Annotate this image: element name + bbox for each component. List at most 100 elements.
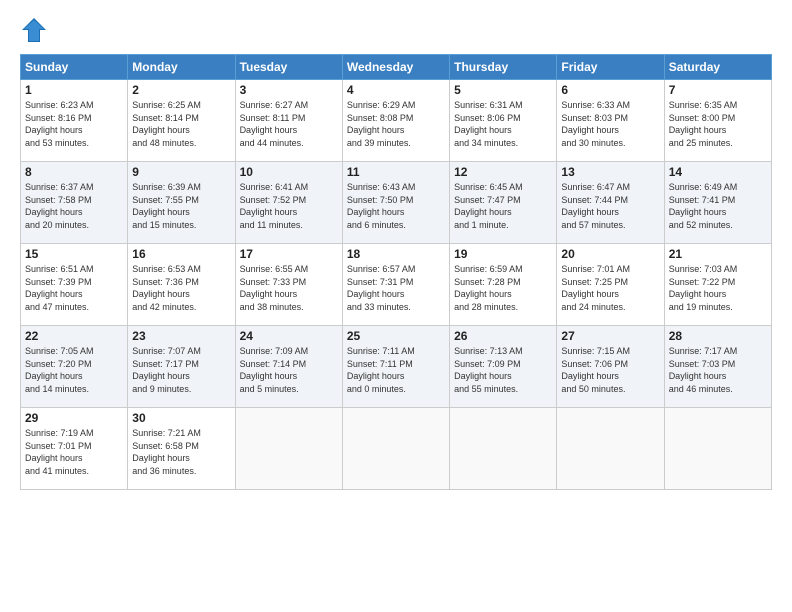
calendar-cell: 7 Sunrise: 6:35 AMSunset: 8:00 PMDaylight… [664, 80, 771, 162]
calendar-cell: 14 Sunrise: 6:49 AMSunset: 7:41 PMDayligh… [664, 162, 771, 244]
calendar-cell: 19 Sunrise: 6:59 AMSunset: 7:28 PMDayligh… [450, 244, 557, 326]
calendar-cell: 28Sunrise: 7:17 AMSunset: 7:03 PMDayligh… [664, 326, 771, 408]
day-detail: Sunrise: 6:33 AMSunset: 8:03 PMDaylight … [561, 99, 659, 149]
day-detail: Sunrise: 6:37 AMSunset: 7:58 PMDaylight … [25, 181, 123, 231]
calendar-cell: 6 Sunrise: 6:33 AMSunset: 8:03 PMDaylight… [557, 80, 664, 162]
calendar-cell: 20 Sunrise: 7:01 AMSunset: 7:25 PMDayligh… [557, 244, 664, 326]
day-number: 7 [669, 83, 767, 97]
day-detail: Sunrise: 7:05 AMSunset: 7:20 PMDaylight … [25, 345, 123, 395]
day-number: 26 [454, 329, 552, 343]
day-number: 24 [240, 329, 338, 343]
day-detail: Sunrise: 6:39 AMSunset: 7:55 PMDaylight … [132, 181, 230, 231]
day-number: 29 [25, 411, 123, 425]
day-number: 14 [669, 165, 767, 179]
calendar-cell [342, 408, 449, 490]
day-detail: Sunrise: 6:51 AMSunset: 7:39 PMDaylight … [25, 263, 123, 313]
day-detail: Sunrise: 7:13 AMSunset: 7:09 PMDaylight … [454, 345, 552, 395]
day-number: 25 [347, 329, 445, 343]
day-number: 13 [561, 165, 659, 179]
day-number: 17 [240, 247, 338, 261]
header [20, 16, 772, 44]
day-number: 18 [347, 247, 445, 261]
calendar-cell: 21 Sunrise: 7:03 AMSunset: 7:22 PMDayligh… [664, 244, 771, 326]
day-detail: Sunrise: 6:59 AMSunset: 7:28 PMDaylight … [454, 263, 552, 313]
calendar-cell [450, 408, 557, 490]
day-detail: Sunrise: 6:25 AMSunset: 8:14 PMDaylight … [132, 99, 230, 149]
calendar-cell: 30Sunrise: 7:21 AMSunset: 6:58 PMDayligh… [128, 408, 235, 490]
day-detail: Sunrise: 6:35 AMSunset: 8:00 PMDaylight … [669, 99, 767, 149]
week-row-1: 1 Sunrise: 6:23 AMSunset: 8:16 PMDaylight… [21, 80, 772, 162]
day-detail: Sunrise: 6:43 AMSunset: 7:50 PMDaylight … [347, 181, 445, 231]
calendar-cell: 23 Sunrise: 7:07 AMSunset: 7:17 PMDayligh… [128, 326, 235, 408]
day-detail: Sunrise: 6:49 AMSunset: 7:41 PMDaylight … [669, 181, 767, 231]
calendar-cell: 2 Sunrise: 6:25 AMSunset: 8:14 PMDaylight… [128, 80, 235, 162]
day-detail: Sunrise: 6:23 AMSunset: 8:16 PMDaylight … [25, 99, 123, 149]
col-header-sunday: Sunday [21, 55, 128, 80]
day-number: 8 [25, 165, 123, 179]
day-number: 12 [454, 165, 552, 179]
day-number: 2 [132, 83, 230, 97]
day-number: 9 [132, 165, 230, 179]
col-header-monday: Monday [128, 55, 235, 80]
calendar-cell: 17 Sunrise: 6:55 AMSunset: 7:33 PMDayligh… [235, 244, 342, 326]
calendar-cell [235, 408, 342, 490]
calendar-cell: 26 Sunrise: 7:13 AMSunset: 7:09 PMDayligh… [450, 326, 557, 408]
calendar-cell: 4 Sunrise: 6:29 AMSunset: 8:08 PMDaylight… [342, 80, 449, 162]
day-detail: Sunrise: 7:09 AMSunset: 7:14 PMDaylight … [240, 345, 338, 395]
calendar-cell: 8 Sunrise: 6:37 AMSunset: 7:58 PMDaylight… [21, 162, 128, 244]
day-detail: Sunrise: 6:57 AMSunset: 7:31 PMDaylight … [347, 263, 445, 313]
week-row-5: 29 Sunrise: 7:19 AMSunset: 7:01 PMDayligh… [21, 408, 772, 490]
day-detail: Sunrise: 6:53 AMSunset: 7:36 PMDaylight … [132, 263, 230, 313]
calendar-cell [664, 408, 771, 490]
day-detail: Sunrise: 7:07 AMSunset: 7:17 PMDaylight … [132, 345, 230, 395]
week-row-4: 22Sunrise: 7:05 AMSunset: 7:20 PMDayligh… [21, 326, 772, 408]
week-row-2: 8 Sunrise: 6:37 AMSunset: 7:58 PMDaylight… [21, 162, 772, 244]
logo [20, 16, 52, 44]
day-number: 3 [240, 83, 338, 97]
day-detail: Sunrise: 6:29 AMSunset: 8:08 PMDaylight … [347, 99, 445, 149]
day-detail: Sunrise: 7:01 AMSunset: 7:25 PMDaylight … [561, 263, 659, 313]
week-row-3: 15Sunrise: 6:51 AMSunset: 7:39 PMDayligh… [21, 244, 772, 326]
col-header-thursday: Thursday [450, 55, 557, 80]
header-row: SundayMondayTuesdayWednesdayThursdayFrid… [21, 55, 772, 80]
day-detail: Sunrise: 7:03 AMSunset: 7:22 PMDaylight … [669, 263, 767, 313]
day-number: 23 [132, 329, 230, 343]
calendar-cell: 29 Sunrise: 7:19 AMSunset: 7:01 PMDayligh… [21, 408, 128, 490]
day-number: 16 [132, 247, 230, 261]
day-number: 1 [25, 83, 123, 97]
col-header-wednesday: Wednesday [342, 55, 449, 80]
logo-icon [20, 16, 48, 44]
calendar-cell: 12 Sunrise: 6:45 AMSunset: 7:47 PMDayligh… [450, 162, 557, 244]
day-detail: Sunrise: 6:47 AMSunset: 7:44 PMDaylight … [561, 181, 659, 231]
day-number: 6 [561, 83, 659, 97]
calendar-cell: 13 Sunrise: 6:47 AMSunset: 7:44 PMDayligh… [557, 162, 664, 244]
day-number: 10 [240, 165, 338, 179]
day-detail: Sunrise: 6:27 AMSunset: 8:11 PMDaylight … [240, 99, 338, 149]
day-detail: Sunrise: 7:21 AMSunset: 6:58 PMDaylight … [132, 427, 230, 477]
day-detail: Sunrise: 6:41 AMSunset: 7:52 PMDaylight … [240, 181, 338, 231]
calendar-cell: 11 Sunrise: 6:43 AMSunset: 7:50 PMDayligh… [342, 162, 449, 244]
day-number: 27 [561, 329, 659, 343]
calendar-cell: 3 Sunrise: 6:27 AMSunset: 8:11 PMDaylight… [235, 80, 342, 162]
page: SundayMondayTuesdayWednesdayThursdayFrid… [0, 0, 792, 612]
col-header-tuesday: Tuesday [235, 55, 342, 80]
calendar-cell: 25Sunrise: 7:11 AMSunset: 7:11 PMDayligh… [342, 326, 449, 408]
day-detail: Sunrise: 6:31 AMSunset: 8:06 PMDaylight … [454, 99, 552, 149]
day-detail: Sunrise: 7:19 AMSunset: 7:01 PMDaylight … [25, 427, 123, 477]
day-number: 28 [669, 329, 767, 343]
calendar-cell: 1 Sunrise: 6:23 AMSunset: 8:16 PMDaylight… [21, 80, 128, 162]
day-detail: Sunrise: 6:55 AMSunset: 7:33 PMDaylight … [240, 263, 338, 313]
calendar-cell: 9 Sunrise: 6:39 AMSunset: 7:55 PMDaylight… [128, 162, 235, 244]
day-number: 4 [347, 83, 445, 97]
calendar-table: SundayMondayTuesdayWednesdayThursdayFrid… [20, 54, 772, 490]
day-number: 21 [669, 247, 767, 261]
calendar-cell: 16 Sunrise: 6:53 AMSunset: 7:36 PMDayligh… [128, 244, 235, 326]
day-number: 20 [561, 247, 659, 261]
calendar-cell: 18 Sunrise: 6:57 AMSunset: 7:31 PMDayligh… [342, 244, 449, 326]
day-detail: Sunrise: 6:45 AMSunset: 7:47 PMDaylight … [454, 181, 552, 231]
day-detail: Sunrise: 7:15 AMSunset: 7:06 PMDaylight … [561, 345, 659, 395]
day-number: 5 [454, 83, 552, 97]
day-number: 11 [347, 165, 445, 179]
col-header-saturday: Saturday [664, 55, 771, 80]
day-number: 19 [454, 247, 552, 261]
